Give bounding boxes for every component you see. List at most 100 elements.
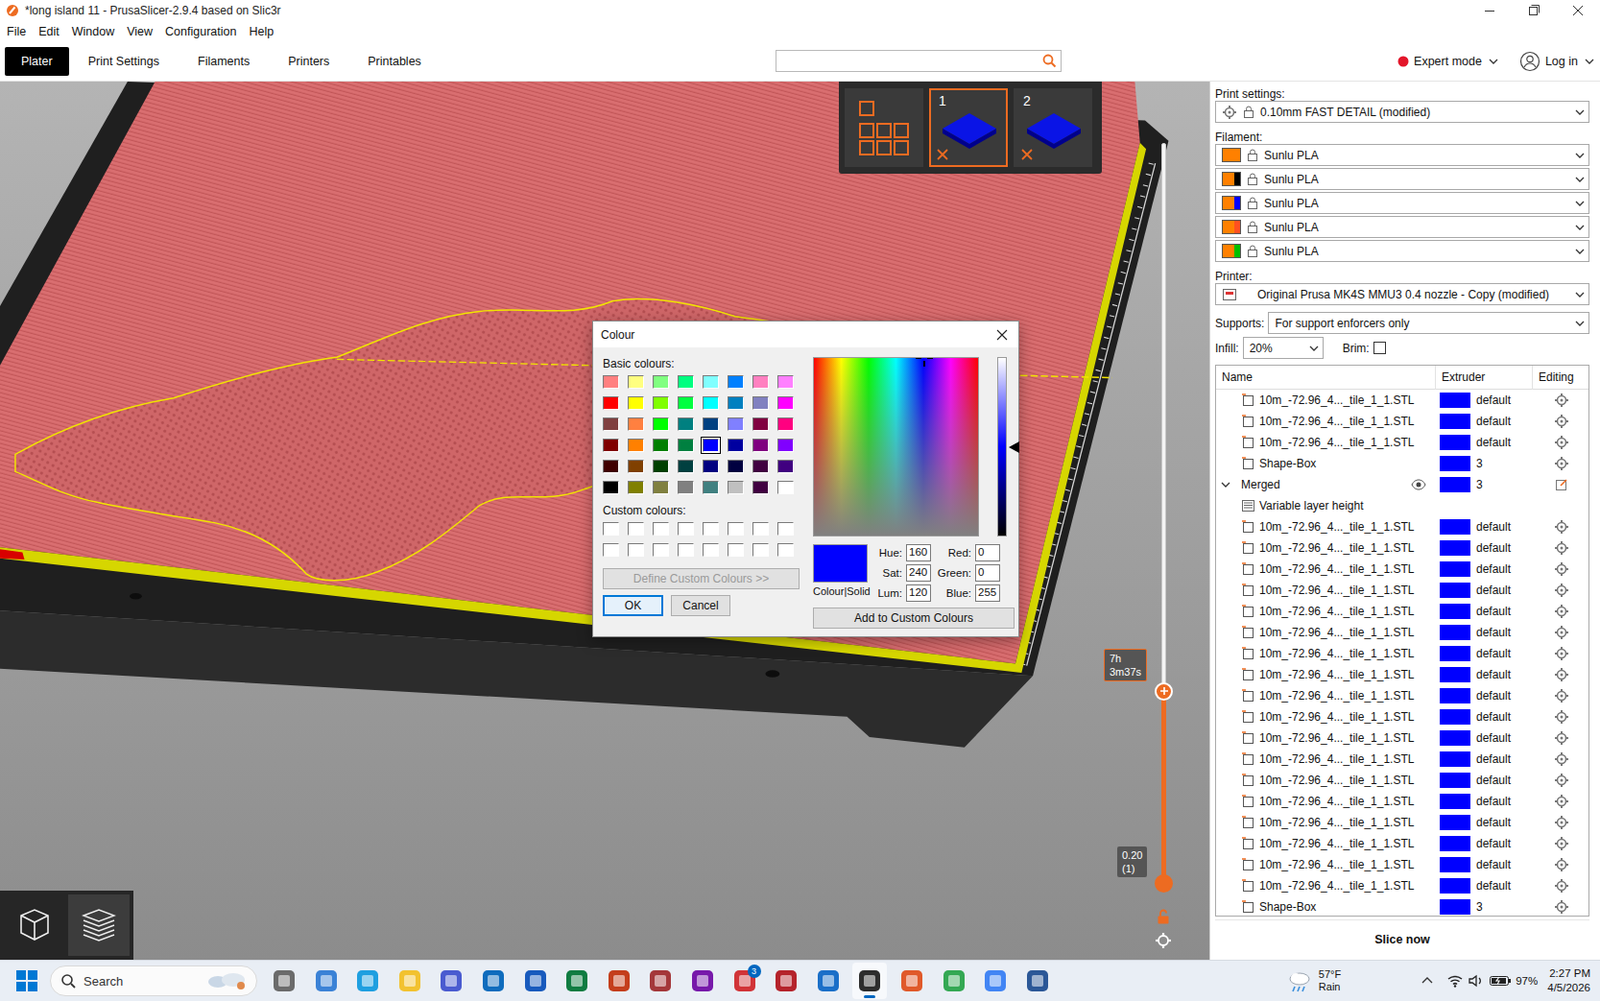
object-row[interactable]: 10m_-72.96_4..._tile_1_1.STLdefault (1216, 643, 1589, 665)
object-row[interactable]: Shape-Box3 (1216, 896, 1589, 917)
wifi-icon[interactable] (1446, 972, 1464, 990)
gear-icon[interactable] (1553, 603, 1570, 620)
taskbar-app[interactable] (433, 962, 469, 1000)
custom-swatch[interactable] (702, 522, 719, 536)
custom-swatch[interactable] (652, 543, 669, 557)
object-row[interactable]: 10m_-72.96_4..._tile_1_1.STLdefault (1216, 748, 1589, 770)
colour-swatch[interactable] (702, 375, 719, 389)
gear-icon[interactable] (1553, 392, 1570, 408)
taskbar-app[interactable] (1020, 962, 1055, 1000)
taskbar-app[interactable] (350, 962, 385, 1000)
colour-swatch[interactable] (627, 438, 645, 453)
colour-swatch[interactable] (652, 480, 669, 495)
object-row[interactable]: 10m_-72.96_4..._tile_1_1.STLdefault (1216, 685, 1589, 707)
lower-thumb[interactable] (1154, 874, 1173, 893)
custom-swatch[interactable] (727, 522, 744, 536)
colour-swatch[interactable] (727, 459, 744, 474)
colour-swatch[interactable] (727, 396, 744, 410)
menu-item[interactable]: View (120, 23, 159, 41)
field-input[interactable]: 240 (906, 564, 932, 582)
windows-start-icon[interactable] (13, 967, 41, 995)
filament-combo[interactable]: Sunlu PLA (1215, 215, 1590, 239)
taskbar-app[interactable] (811, 962, 846, 1000)
gear-icon[interactable] (1553, 772, 1570, 789)
slice-now-button[interactable]: Slice now (1215, 919, 1590, 958)
extruder-value[interactable]: default (1476, 752, 1511, 766)
field-input[interactable]: 0 (975, 564, 1001, 582)
extruder-value[interactable]: default (1476, 520, 1511, 534)
object-row[interactable]: 10m_-72.96_4..._tile_1_1.STLdefault (1216, 664, 1589, 686)
colour-swatch[interactable] (752, 480, 769, 495)
filament-combo[interactable]: Sunlu PLA (1215, 143, 1590, 167)
extruder-value[interactable]: 3 (1476, 900, 1483, 914)
menu-item[interactable]: Edit (32, 23, 66, 41)
colour-swatch[interactable] (752, 375, 769, 389)
weather-widget[interactable]: 57°FRain (1286, 968, 1341, 994)
gear-icon[interactable] (1553, 835, 1570, 852)
colour-swatch[interactable] (602, 417, 620, 431)
colour-swatch[interactable] (752, 438, 769, 453)
extruder-value[interactable]: default (1476, 646, 1511, 661)
extruder-value[interactable]: default (1476, 604, 1511, 619)
colour-swatch[interactable] (652, 375, 669, 389)
upper-thumb[interactable] (1154, 682, 1173, 701)
plate-thumbnail[interactable]: 1 (929, 88, 1008, 168)
battery-icon[interactable] (1488, 971, 1512, 991)
object-row[interactable]: 10m_-72.96_4..._tile_1_1.STLdefault (1216, 537, 1589, 559)
printer-combo[interactable]: Original Prusa MK4S MMU3 0.4 nozzle - Co… (1215, 283, 1590, 306)
colour-swatch[interactable] (627, 459, 645, 474)
colour-swatch[interactable] (677, 396, 694, 410)
gear-icon[interactable] (1553, 857, 1570, 873)
taskbar-search[interactable]: Search (49, 965, 258, 997)
search-icon[interactable] (1041, 52, 1059, 71)
taskbar-app[interactable] (894, 962, 930, 1000)
object-row[interactable]: 10m_-72.96_4..._tile_1_1.STLdefault (1216, 389, 1589, 411)
custom-swatch[interactable] (627, 543, 645, 557)
extruder-value[interactable]: default (1476, 773, 1511, 788)
object-row[interactable]: 10m_-72.96_4..._tile_1_1.STLdefault (1216, 769, 1589, 791)
colour-swatch[interactable] (677, 375, 694, 389)
colour-swatch[interactable] (702, 438, 719, 453)
preview-button[interactable] (68, 894, 130, 956)
custom-swatch[interactable] (777, 543, 794, 557)
gear-icon[interactable] (1553, 814, 1570, 831)
colour-swatch[interactable] (727, 480, 744, 495)
colour-swatch[interactable] (602, 480, 620, 495)
print-settings-combo[interactable]: 0.10mm FAST DETAIL (modified) (1215, 100, 1590, 123)
colour-swatch[interactable] (677, 438, 694, 453)
mode-selector[interactable]: Expert mode (1397, 54, 1501, 69)
colour-swatch[interactable] (727, 438, 744, 453)
colour-swatch[interactable] (752, 459, 769, 474)
taskbar-app[interactable] (643, 962, 678, 1000)
field-input[interactable]: 255 (975, 584, 1001, 602)
extruder-value[interactable]: default (1476, 393, 1511, 407)
gear-icon[interactable] (1553, 730, 1570, 746)
tab[interactable]: Plater (4, 47, 70, 76)
gear-icon[interactable] (1553, 688, 1570, 704)
gear-icon[interactable] (1553, 667, 1570, 683)
edit-icon[interactable] (1553, 477, 1570, 493)
define-custom-colours-button[interactable]: Define Custom Colours >> (602, 568, 800, 590)
search-field[interactable] (775, 49, 1062, 72)
luminance-bar[interactable] (997, 357, 1007, 537)
restore-icon[interactable] (1511, 0, 1556, 22)
colour-swatch[interactable] (602, 438, 620, 453)
taskbar-app[interactable] (978, 962, 1013, 1000)
taskbar-app[interactable] (476, 962, 511, 1000)
object-row[interactable]: Variable layer height (1216, 495, 1589, 517)
menu-item[interactable]: File (0, 23, 32, 41)
extruder-value[interactable]: default (1476, 794, 1511, 809)
delete-plate-icon[interactable] (935, 147, 950, 162)
field-input[interactable]: 0 (975, 544, 1001, 562)
gear-icon[interactable] (1553, 582, 1570, 598)
object-row[interactable]: 10m_-72.96_4..._tile_1_1.STLdefault (1216, 579, 1589, 601)
object-row[interactable]: 10m_-72.96_4..._tile_1_1.STLdefault (1216, 706, 1589, 728)
colour-swatch[interactable] (602, 375, 620, 389)
object-row[interactable]: 10m_-72.96_4..._tile_1_1.STLdefault (1216, 727, 1589, 749)
taskbar-app[interactable]: 3 (727, 962, 763, 1000)
gear-icon[interactable] (1553, 455, 1570, 472)
column-header[interactable]: Editing (1532, 365, 1590, 390)
luminance-arrow-icon[interactable] (1008, 441, 1020, 454)
delete-plate-icon[interactable] (1020, 147, 1034, 162)
gear-icon[interactable] (1553, 751, 1570, 767)
